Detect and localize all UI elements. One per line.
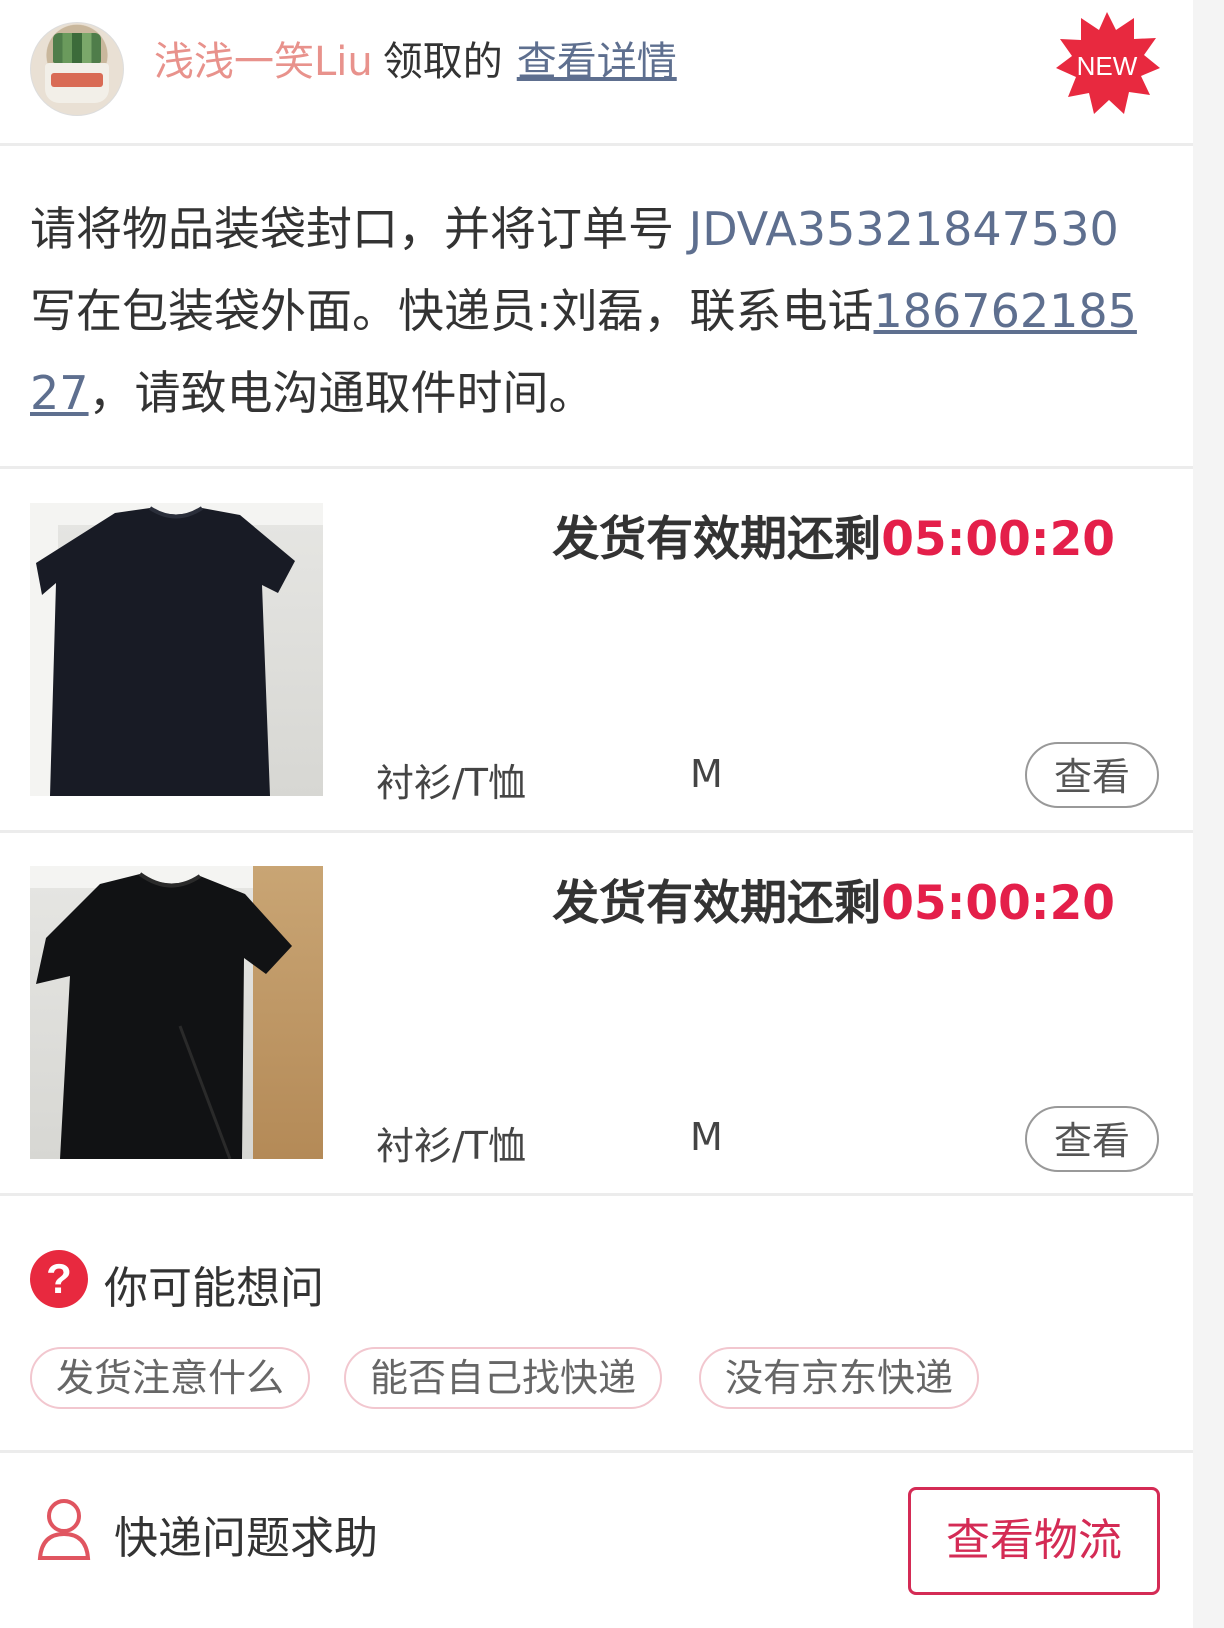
instruction-text-3: ，请致电沟通取件时间。 [88, 366, 595, 420]
faq-title: 你可能想问 [104, 1263, 324, 1314]
divider [0, 1193, 1193, 1196]
header-line: 浅浅一笑Liu 领取的 查看详情 [154, 34, 677, 90]
divider [0, 143, 1193, 146]
divider [0, 830, 1193, 833]
divider [0, 1450, 1193, 1453]
claim-text: 领取的 [382, 39, 503, 85]
faq-chip-no-jd-courier[interactable]: 没有京东快递 [699, 1347, 980, 1409]
view-details-link[interactable]: 查看详情 [517, 39, 677, 85]
faq-chip-own-courier[interactable]: 能否自己找快递 [344, 1347, 663, 1409]
order-number: JDVA35321847530 [688, 202, 1119, 256]
instruction-text-1: 请将物品装袋封口，并将订单号 [30, 202, 689, 256]
shipping-deadline: 发货有效期还剩05:00:20 [552, 512, 1115, 567]
item-size: M [690, 752, 723, 796]
view-item-button[interactable]: 查看 [1025, 742, 1159, 808]
product-image[interactable] [30, 503, 323, 796]
view-logistics-button[interactable]: 查看物流 [908, 1487, 1160, 1595]
view-item-button[interactable]: 查看 [1025, 1106, 1159, 1172]
product-image[interactable] [30, 866, 323, 1159]
item-size: M [690, 1115, 723, 1159]
divider [0, 466, 1193, 469]
shipment-card: 浅浅一笑Liu 领取的 查看详情 NEW 请将物品装袋封口，并将订单号 JDVA35… [0, 0, 1193, 1628]
new-badge: NEW [1052, 10, 1162, 120]
user-avatar[interactable] [30, 22, 124, 116]
faq-chip-shipping-notes[interactable]: 发货注意什么 [30, 1347, 311, 1409]
instruction-text-2: 写在包装袋外面。快递员:刘磊，联系电话 [30, 284, 874, 338]
countdown-timer: 05:00:20 [881, 512, 1115, 567]
question-icon: ? [30, 1250, 88, 1308]
countdown-timer: 05:00:20 [881, 876, 1115, 931]
new-badge-text: NEW [1077, 51, 1138, 81]
item-category: 衬衫/T恤 [376, 761, 527, 805]
person-icon [37, 1499, 91, 1560]
svg-text:?: ? [46, 1255, 72, 1302]
item-category: 衬衫/T恤 [376, 1124, 527, 1168]
courier-help-link[interactable]: 快递问题求助 [114, 1502, 378, 1566]
user-name[interactable]: 浅浅一笑Liu [154, 39, 373, 85]
shipping-deadline: 发货有效期还剩05:00:20 [552, 876, 1115, 931]
shipping-instructions: 请将物品装袋封口，并将订单号 JDVA35321847530 写在包装袋外面。快… [30, 188, 1160, 434]
